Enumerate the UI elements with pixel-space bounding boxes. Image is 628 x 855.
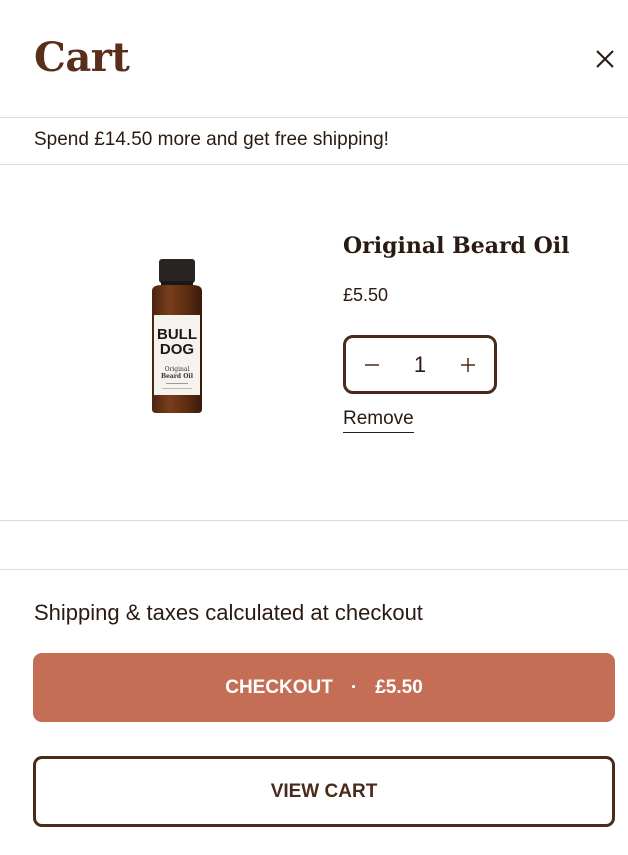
minus-icon — [365, 363, 379, 366]
close-button[interactable] — [590, 44, 620, 74]
product-image[interactable]: BULL DOG Original Beard Oil — [132, 257, 222, 417]
divider — [0, 520, 628, 521]
bottle-product-line1: Original — [165, 366, 190, 373]
bottle-brand-line2: DOG — [160, 341, 194, 358]
page-title: Cart — [34, 34, 130, 81]
tax-note: Shipping & taxes calculated at checkout — [34, 600, 423, 625]
checkout-button[interactable]: CHECKOUT · £5.50 — [33, 653, 615, 722]
quantity-stepper: 1 — [343, 335, 497, 394]
close-icon — [596, 50, 614, 68]
increase-quantity-button[interactable] — [442, 338, 494, 391]
cart-header: Cart — [0, 0, 628, 117]
product-price: £5.50 — [343, 285, 389, 305]
quantity-input[interactable]: 1 — [398, 338, 442, 391]
view-cart-label: VIEW CART — [270, 780, 378, 802]
remove-item-link[interactable]: Remove — [343, 408, 414, 433]
bottle-product-line2: Beard Oil — [161, 373, 194, 380]
plus-icon — [461, 357, 475, 372]
product-title[interactable]: Original Beard Oil — [343, 233, 569, 259]
view-cart-button[interactable]: VIEW CART — [33, 756, 615, 827]
divider — [0, 117, 628, 118]
checkout-separator: · — [350, 676, 358, 698]
checkout-label: CHECKOUT — [225, 676, 333, 698]
divider — [0, 569, 628, 570]
decrease-quantity-button[interactable] — [346, 338, 398, 391]
checkout-total: £5.50 — [375, 676, 423, 698]
cart-line-item: BULL DOG Original Beard Oil Original Bea… — [0, 165, 628, 520]
free-shipping-message: Spend £14.50 more and get free shipping! — [34, 129, 389, 150]
